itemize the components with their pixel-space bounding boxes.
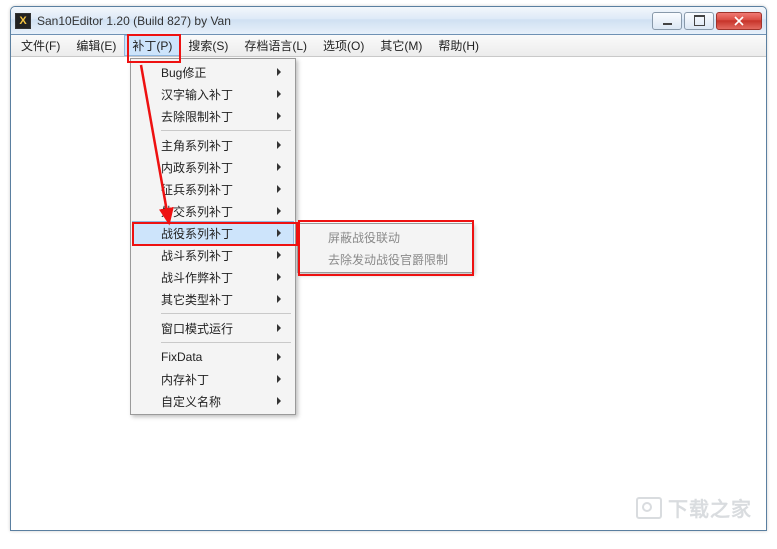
menu-options[interactable]: 选项(O) [315,35,372,56]
menu-item-conscript[interactable]: 征兵系列补丁 [133,178,293,200]
menu-item-label: 战役系列补丁 [161,225,233,242]
campaign-submenu: 屏蔽战役联动 去除发动战役官爵限制 [297,223,473,273]
minimize-button[interactable] [652,12,682,30]
submenu-item-disable-link[interactable]: 屏蔽战役联动 [300,226,470,248]
menu-item-diplomacy[interactable]: 外交系列补丁 [133,200,293,222]
menu-item-label: 自定义名称 [161,393,221,410]
menu-item-label: 外交系列补丁 [161,203,233,220]
menu-item-label: 主角系列补丁 [161,137,233,154]
maximize-button[interactable] [684,12,714,30]
menu-item-domestic[interactable]: 内政系列补丁 [133,156,293,178]
menu-item-label: 征兵系列补丁 [161,181,233,198]
menu-item-window-mode[interactable]: 窗口模式运行 [133,317,293,339]
menu-item-label: 其它类型补丁 [161,291,233,308]
window-title: San10Editor 1.20 (Build 827) by Van [37,14,650,28]
titlebar[interactable]: X San10Editor 1.20 (Build 827) by Van [11,7,766,35]
menu-help[interactable]: 帮助(H) [430,35,487,56]
menu-item-hanzi-input[interactable]: 汉字输入补丁 [133,83,293,105]
menu-patch[interactable]: 补丁(P) [124,35,180,56]
menu-other[interactable]: 其它(M) [372,35,430,56]
close-icon [734,16,744,26]
submenu-item-remove-rank-limit[interactable]: 去除发动战役官爵限制 [300,248,470,270]
app-icon: X [15,13,31,29]
menu-item-memory-patch[interactable]: 内存补丁 [133,368,293,390]
menubar: 文件(F) 编辑(E) 补丁(P) 搜索(S) 存档语言(L) 选项(O) 其它… [11,35,766,57]
menu-save-language[interactable]: 存档语言(L) [236,35,315,56]
menu-item-label: 战斗系列补丁 [161,247,233,264]
menu-item-label: 去除发动战役官爵限制 [328,251,448,268]
menu-item-battle[interactable]: 战斗系列补丁 [133,244,293,266]
menu-item-campaign[interactable]: 战役系列补丁 [133,222,293,244]
menu-item-label: Bug修正 [161,64,206,81]
menu-item-label: 战斗作弊补丁 [161,269,233,286]
menu-file[interactable]: 文件(F) [13,35,68,56]
menu-item-custom-name[interactable]: 自定义名称 [133,390,293,412]
patch-dropdown: Bug修正 汉字输入补丁 去除限制补丁 主角系列补丁 内政系列补丁 征兵系列补丁… [130,58,296,415]
menu-item-bugfix[interactable]: Bug修正 [133,61,293,83]
menu-separator [161,313,291,314]
menu-separator [161,342,291,343]
menu-item-label: 窗口模式运行 [161,320,233,337]
watermark: 下载之家 [636,493,752,522]
menu-search[interactable]: 搜索(S) [180,35,236,56]
menu-edit[interactable]: 编辑(E) [68,35,124,56]
menu-item-label: 屏蔽战役联动 [328,229,400,246]
watermark-text: 下载之家 [668,493,752,522]
menu-item-remove-limit[interactable]: 去除限制补丁 [133,105,293,127]
menu-item-label: 内存补丁 [161,371,209,388]
menu-item-label: 汉字输入补丁 [161,86,233,103]
menu-item-fixdata[interactable]: FixData [133,346,293,368]
menu-item-label: 内政系列补丁 [161,159,233,176]
watermark-logo-icon [636,497,662,519]
window-controls [650,12,762,30]
menu-separator [161,130,291,131]
client-area [12,59,765,529]
menu-item-label: 去除限制补丁 [161,108,233,125]
close-button[interactable] [716,12,762,30]
menu-item-label: FixData [161,350,202,364]
app-window: X San10Editor 1.20 (Build 827) by Van 文件… [10,6,767,531]
menu-item-protagonist[interactable]: 主角系列补丁 [133,134,293,156]
menu-item-other-type[interactable]: 其它类型补丁 [133,288,293,310]
menu-item-battle-cheat[interactable]: 战斗作弊补丁 [133,266,293,288]
